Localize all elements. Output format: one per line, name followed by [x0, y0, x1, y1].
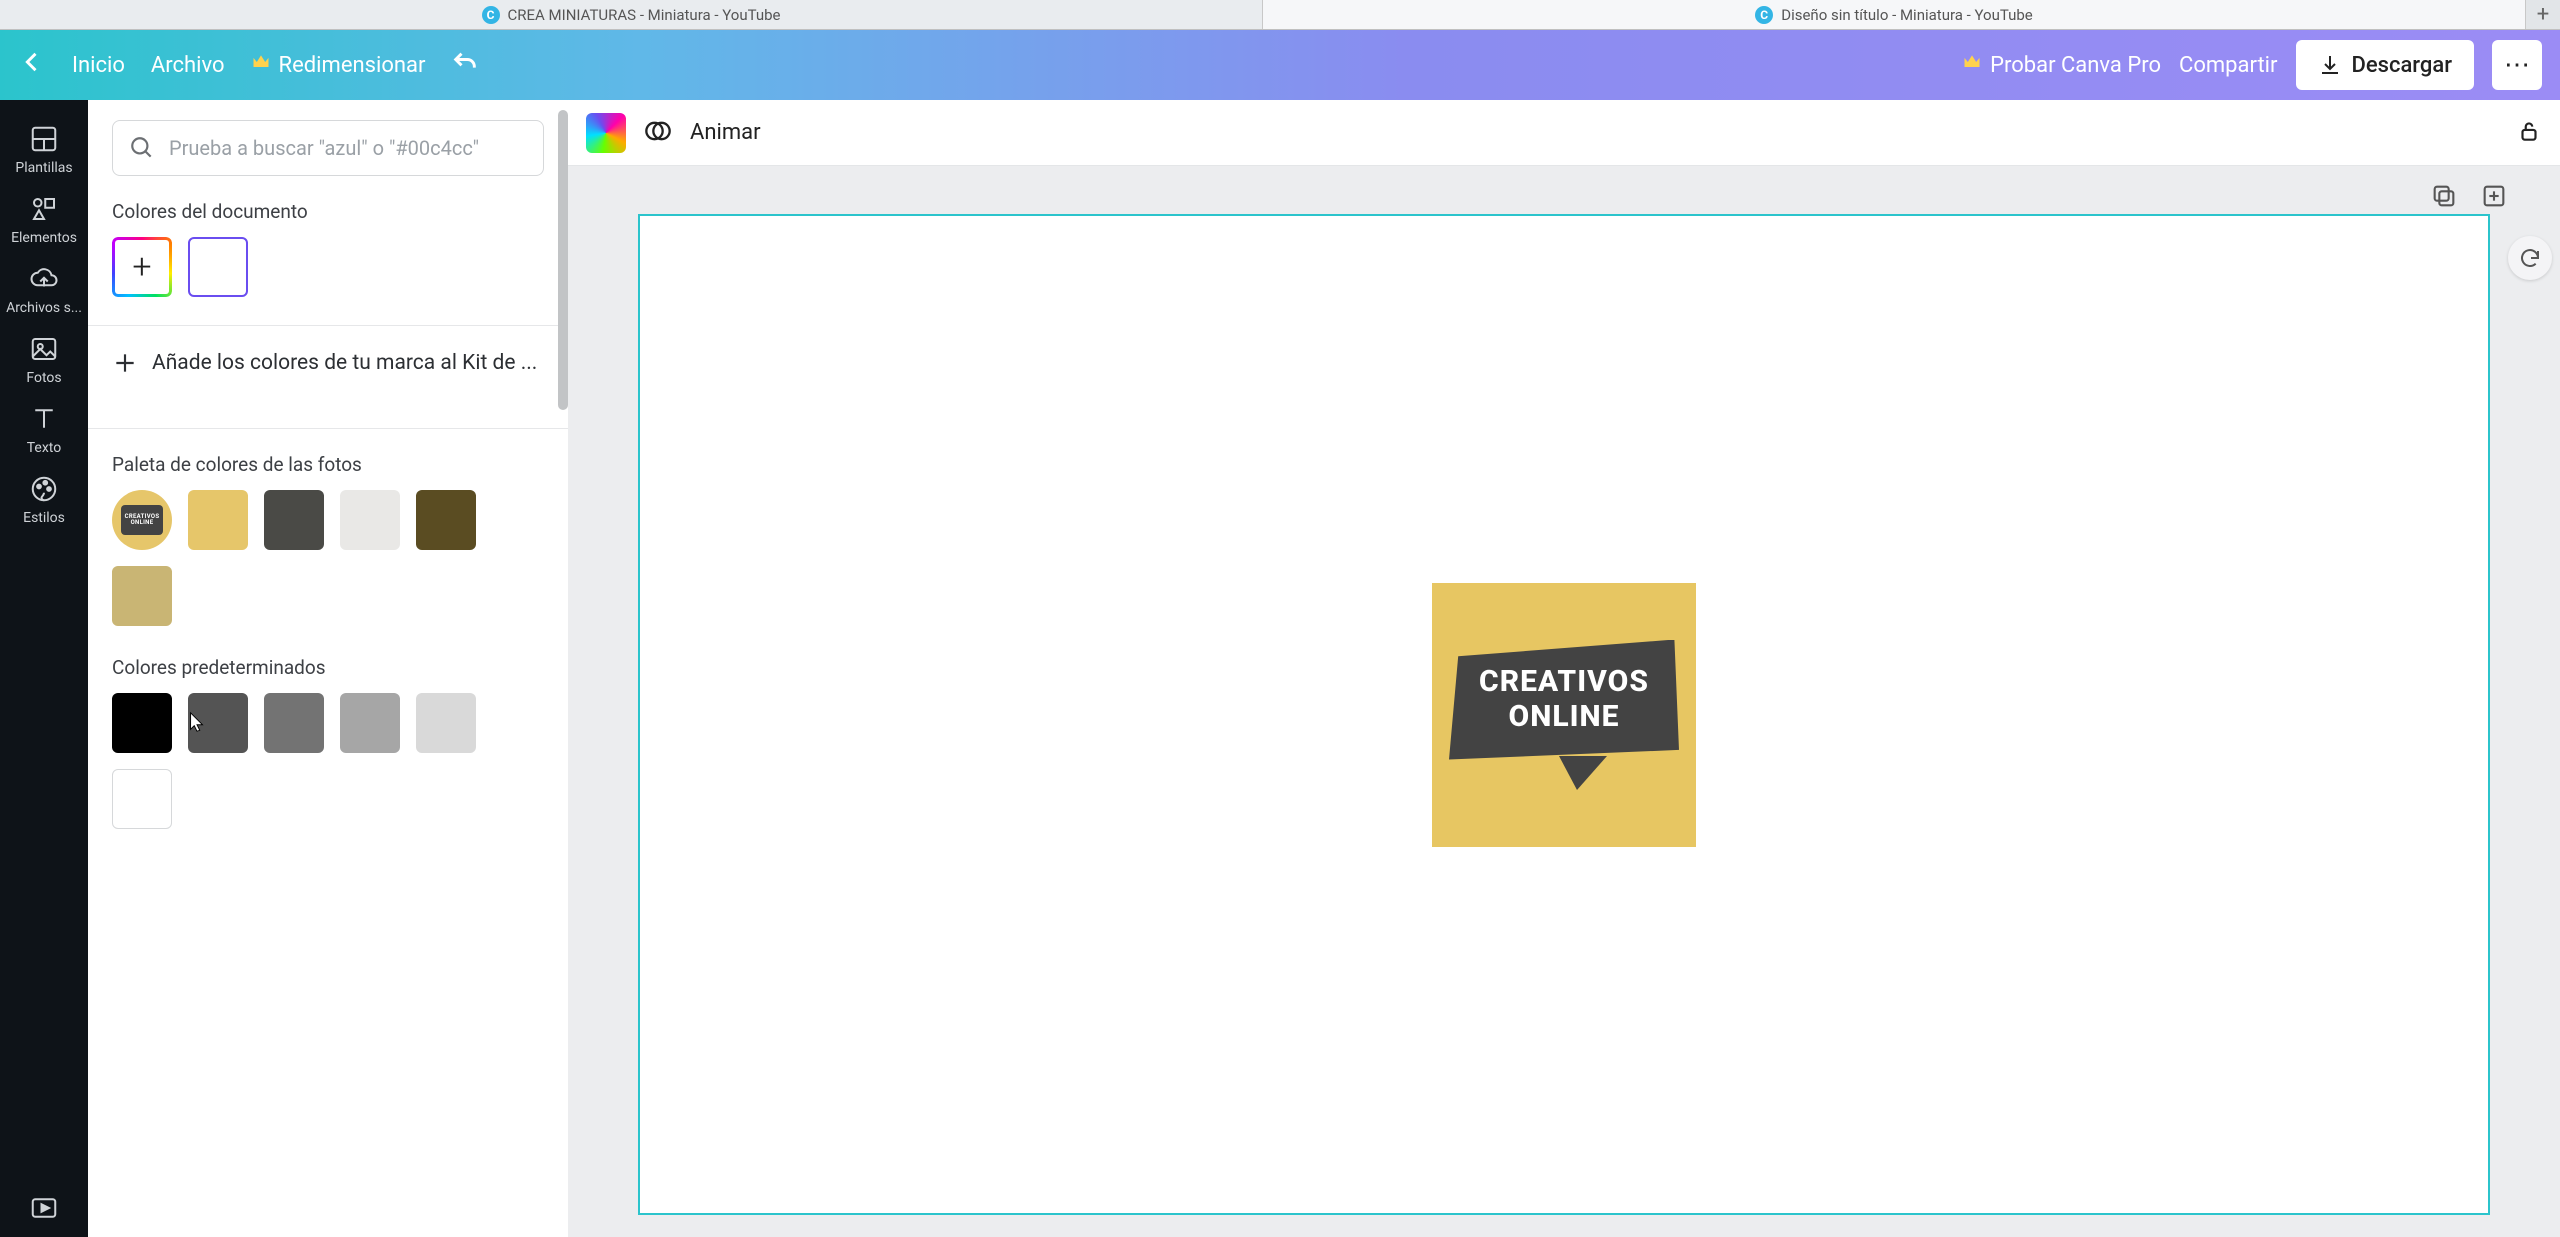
canvas-element-logo[interactable]: CREATIVOS ONLINE — [1432, 583, 1696, 847]
browser-tab-bar: C CREA MINIATURAS - Miniatura - YouTube … — [0, 0, 2560, 30]
color-swatch[interactable] — [188, 490, 248, 550]
search-input[interactable] — [169, 136, 527, 160]
rail-label: Estilos — [23, 510, 65, 526]
back-icon[interactable] — [18, 48, 46, 83]
download-button[interactable]: Descargar — [2296, 40, 2475, 90]
download-label: Descargar — [2352, 53, 2453, 78]
color-swatch[interactable] — [416, 693, 476, 753]
color-swatch[interactable] — [112, 769, 172, 829]
rail-elements[interactable]: Elementos — [0, 182, 88, 252]
more-button[interactable]: ⋯ — [2492, 40, 2542, 90]
rail-label: Archivos s... — [6, 300, 82, 316]
color-swatch[interactable] — [188, 693, 248, 753]
rail-text[interactable]: Texto — [0, 392, 88, 462]
divider — [88, 428, 568, 429]
rail-video[interactable] — [0, 1181, 88, 1237]
add-page-button[interactable] — [2480, 182, 2508, 214]
rail-styles[interactable]: Estilos — [0, 462, 88, 532]
crown-icon — [251, 52, 271, 78]
artwork-text-line1: CREATIVOS — [1479, 665, 1649, 700]
scrollbar[interactable] — [558, 110, 568, 410]
browser-tab[interactable]: C Diseño sin título - Miniatura - YouTub… — [1263, 0, 2526, 29]
plus-icon: + — [132, 247, 151, 287]
color-swatch[interactable] — [340, 490, 400, 550]
lock-button[interactable] — [2516, 118, 2542, 148]
artwork-text-line2: ONLINE — [1509, 700, 1620, 735]
refresh-button[interactable] — [2508, 236, 2552, 280]
color-swatch[interactable] — [340, 693, 400, 753]
browser-tab[interactable]: C CREA MINIATURAS - Miniatura - YouTube — [0, 0, 1263, 29]
color-swatch[interactable] — [264, 693, 324, 753]
default-colors-heading: Colores predeterminados — [112, 656, 544, 679]
rail-label: Texto — [27, 440, 61, 456]
color-swatch[interactable] — [112, 566, 172, 626]
favicon-icon: C — [1755, 6, 1773, 24]
color-swatch[interactable] — [264, 490, 324, 550]
stage[interactable]: CREATIVOS ONLINE — [568, 166, 2560, 1237]
duplicate-page-button[interactable] — [2430, 182, 2458, 214]
new-tab-button[interactable]: + — [2526, 0, 2560, 29]
file-menu[interactable]: Archivo — [151, 53, 225, 78]
share-button[interactable]: Compartir — [2179, 53, 2277, 78]
resize-label: Redimensionar — [279, 53, 426, 78]
rail-label: Elementos — [11, 230, 77, 246]
brand-kit-label: Añade los colores de tu marca al Kit de … — [152, 351, 537, 375]
photo-palette-source[interactable]: CREATIVOSONLINE — [112, 490, 172, 550]
artboard[interactable]: CREATIVOS ONLINE — [640, 216, 2488, 1213]
tab-title: CREA MINIATURAS - Miniatura - YouTube — [508, 6, 781, 24]
undo-button[interactable] — [451, 49, 479, 81]
search-icon — [129, 135, 155, 161]
home-link[interactable]: Inicio — [72, 53, 125, 78]
rail-label: Plantillas — [15, 160, 72, 176]
add-brand-colors[interactable]: Añade los colores de tu marca al Kit de … — [112, 326, 544, 400]
try-pro-label: Probar Canva Pro — [1990, 53, 2161, 78]
fill-color-button[interactable] — [586, 113, 626, 153]
doc-colors-heading: Colores del documento — [112, 200, 544, 223]
try-pro-button[interactable]: Probar Canva Pro — [1962, 52, 2161, 78]
canvas-area: Animar CR — [568, 100, 2560, 1237]
color-panel: Colores del documento + Añade los colore… — [88, 100, 568, 1237]
photo-palette-heading: Paleta de colores de las fotos — [112, 453, 544, 476]
color-swatch[interactable] — [416, 490, 476, 550]
color-search[interactable] — [112, 120, 544, 176]
side-rail: Plantillas Elementos Archivos s... Fotos… — [0, 100, 88, 1237]
transparency-button[interactable] — [644, 117, 672, 149]
favicon-icon: C — [482, 6, 500, 24]
color-swatch[interactable] — [112, 693, 172, 753]
animate-button[interactable]: Animar — [690, 120, 761, 145]
doc-color-swatch[interactable] — [188, 237, 248, 297]
canvas-toolbar: Animar — [568, 100, 2560, 166]
app-toolbar: Inicio Archivo Redimensionar Probar Canv… — [0, 30, 2560, 100]
plus-icon — [112, 350, 138, 376]
resize-button[interactable]: Redimensionar — [251, 52, 426, 78]
crown-icon — [1962, 52, 1982, 78]
rail-label: Fotos — [26, 370, 61, 386]
rail-uploads[interactable]: Archivos s... — [0, 252, 88, 322]
rail-templates[interactable]: Plantillas — [0, 112, 88, 182]
add-color-button[interactable]: + — [112, 237, 172, 297]
tab-title: Diseño sin título - Miniatura - YouTube — [1781, 6, 2033, 24]
rail-photos[interactable]: Fotos — [0, 322, 88, 392]
